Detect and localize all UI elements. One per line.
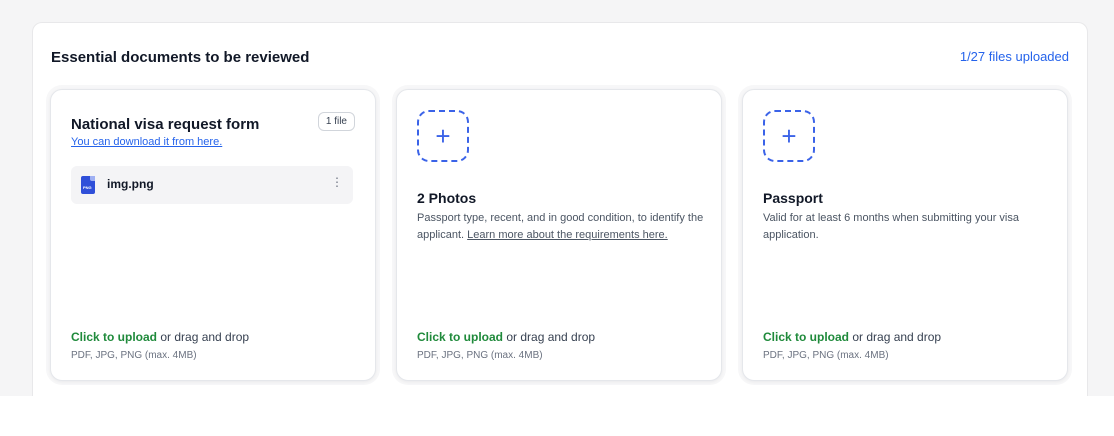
- upload-count: 1/27 files uploaded: [959, 49, 1069, 64]
- documents-panel: Essential documents to be reviewed 1/27 …: [32, 22, 1088, 396]
- card-description: Passport type, recent, and in good condi…: [417, 210, 707, 244]
- kebab-menu-icon[interactable]: ⋮: [331, 176, 343, 188]
- card-title: National visa request form: [71, 116, 260, 133]
- document-card-passport[interactable]: + Passport Valid for at least 6 months w…: [742, 89, 1068, 381]
- upload-instruction: Click to upload or drag and drop: [417, 330, 595, 344]
- learn-more-link[interactable]: Learn more about the requirements here.: [467, 229, 668, 241]
- card-description: Valid for at least 6 months when submitt…: [763, 212, 1019, 241]
- card-title: 2 Photos: [417, 190, 477, 206]
- click-to-upload-link[interactable]: Click to upload: [71, 330, 157, 344]
- plus-icon: +: [781, 121, 797, 151]
- upload-instruction: Click to upload or drag and drop: [763, 330, 941, 344]
- document-card-visa-form[interactable]: National visa request form 1 file You ca…: [50, 89, 376, 381]
- download-form-link[interactable]: You can download it from here.: [71, 136, 222, 148]
- add-file-button[interactable]: +: [417, 110, 469, 162]
- upload-file-hint: PDF, JPG, PNG (max. 4MB): [417, 350, 543, 361]
- section-title: Essential documents to be reviewed: [51, 49, 310, 66]
- upload-instruction: Click to upload or drag and drop: [71, 330, 249, 344]
- card-title: Passport: [763, 190, 823, 206]
- upload-instruction-rest: or drag and drop: [849, 330, 942, 344]
- png-file-icon: PNG: [81, 176, 95, 194]
- upload-file-hint: PDF, JPG, PNG (max. 4MB): [763, 350, 889, 361]
- document-card-photos[interactable]: + 2 Photos Passport type, recent, and in…: [396, 89, 722, 381]
- file-type-label: PNG: [83, 185, 92, 190]
- upload-file-hint: PDF, JPG, PNG (max. 4MB): [71, 350, 197, 361]
- file-name: img.png: [107, 177, 154, 191]
- click-to-upload-link[interactable]: Click to upload: [417, 330, 503, 344]
- plus-icon: +: [435, 121, 451, 151]
- file-count-badge: 1 file: [317, 112, 355, 131]
- upload-instruction-rest: or drag and drop: [157, 330, 250, 344]
- add-file-button[interactable]: +: [763, 110, 815, 162]
- upload-instruction-rest: or drag and drop: [503, 330, 596, 344]
- uploaded-file-row[interactable]: PNG img.png ⋮: [71, 166, 353, 204]
- click-to-upload-link[interactable]: Click to upload: [763, 330, 849, 344]
